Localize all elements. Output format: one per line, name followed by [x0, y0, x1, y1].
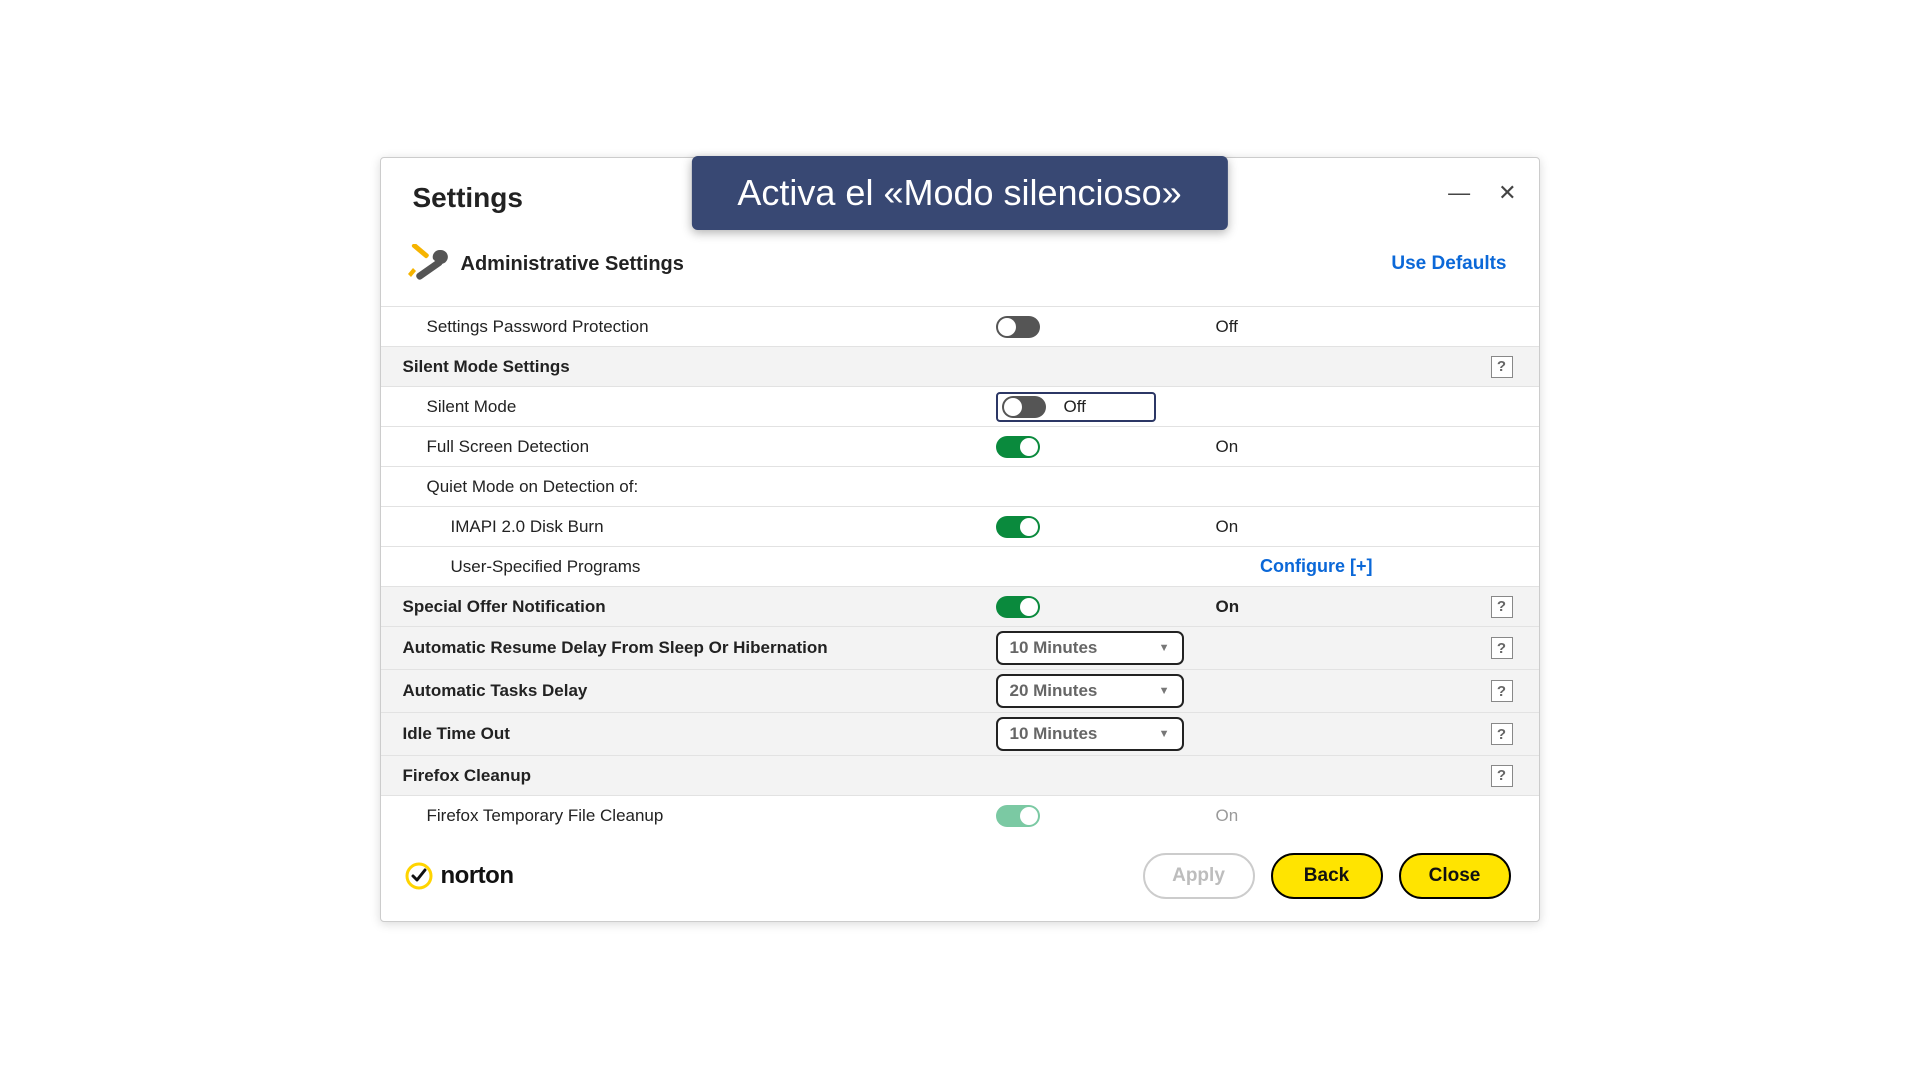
row-imapi: IMAPI 2.0 Disk Burn On	[381, 506, 1539, 546]
state-silent-mode: Off	[1064, 397, 1144, 417]
label-idle-timeout: Idle Time Out	[381, 724, 996, 744]
state-special-offer: On	[1216, 597, 1296, 617]
state-firefox-temp: On	[1216, 806, 1296, 826]
row-quiet-mode-heading: Quiet Mode on Detection of:	[381, 466, 1539, 506]
row-user-programs: User-Specified Programs Configure [+]	[381, 546, 1539, 586]
brand: norton	[405, 862, 514, 890]
close-icon[interactable]: ✕	[1498, 182, 1516, 204]
label-silent-mode-group: Silent Mode Settings	[381, 357, 996, 377]
label-imapi: IMAPI 2.0 Disk Burn	[381, 517, 996, 537]
row-full-screen-detection: Full Screen Detection On	[381, 426, 1539, 466]
chevron-down-icon: ▼	[1159, 728, 1170, 740]
settings-list: Settings Password Protection Off Silent …	[381, 306, 1539, 835]
section-header: Administrative Settings Use Defaults	[381, 228, 1539, 306]
toggle-password-protection[interactable]	[996, 316, 1040, 338]
label-password-protection: Settings Password Protection	[381, 317, 996, 337]
label-user-programs: User-Specified Programs	[381, 557, 996, 577]
label-firefox-temp: Firefox Temporary File Cleanup	[381, 806, 996, 826]
silent-mode-highlight: Off	[996, 392, 1156, 422]
toggle-full-screen[interactable]	[996, 436, 1040, 458]
label-firefox-cleanup: Firefox Cleanup	[381, 766, 996, 786]
state-imapi: On	[1216, 517, 1296, 537]
page-title: Settings	[413, 182, 523, 214]
help-icon[interactable]: ?	[1491, 680, 1513, 702]
toggle-special-offer[interactable]	[996, 596, 1040, 618]
minimize-icon[interactable]: —	[1448, 182, 1470, 204]
row-idle-timeout: Idle Time Out 10 Minutes ▼ ?	[381, 712, 1539, 755]
row-silent-mode: Silent Mode Off	[381, 386, 1539, 426]
toggle-imapi[interactable]	[996, 516, 1040, 538]
help-icon[interactable]: ?	[1491, 765, 1513, 787]
group-firefox-cleanup: Firefox Cleanup ?	[381, 755, 1539, 795]
select-idle-timeout-value: 10 Minutes	[1010, 724, 1098, 744]
state-password-protection: Off	[1216, 317, 1296, 337]
section-title: Administrative Settings	[461, 253, 684, 276]
use-defaults-link[interactable]: Use Defaults	[1391, 253, 1506, 275]
label-auto-tasks: Automatic Tasks Delay	[381, 681, 996, 701]
label-auto-resume: Automatic Resume Delay From Sleep Or Hib…	[381, 638, 996, 658]
select-idle-timeout[interactable]: 10 Minutes ▼	[996, 717, 1184, 751]
help-icon[interactable]: ?	[1491, 637, 1513, 659]
select-auto-resume-value: 10 Minutes	[1010, 638, 1098, 658]
row-auto-tasks: Automatic Tasks Delay 20 Minutes ▼ ?	[381, 669, 1539, 712]
help-icon[interactable]: ?	[1491, 723, 1513, 745]
select-auto-tasks[interactable]: 20 Minutes ▼	[996, 674, 1184, 708]
settings-wrench-icon	[403, 242, 455, 286]
chevron-down-icon: ▼	[1159, 685, 1170, 697]
settings-window: Activa el «Modo silencioso» Settings — ✕…	[380, 157, 1540, 922]
row-special-offer: Special Offer Notification On ?	[381, 586, 1539, 626]
toggle-silent-mode[interactable]	[1002, 396, 1046, 418]
apply-button: Apply	[1143, 853, 1255, 899]
row-auto-resume: Automatic Resume Delay From Sleep Or Hib…	[381, 626, 1539, 669]
close-button[interactable]: Close	[1399, 853, 1511, 899]
label-quiet-mode: Quiet Mode on Detection of:	[381, 477, 996, 497]
label-silent-mode: Silent Mode	[381, 397, 996, 417]
footer: norton Apply Back Close	[381, 835, 1539, 913]
norton-check-icon	[405, 862, 433, 890]
row-password-protection: Settings Password Protection Off	[381, 306, 1539, 346]
select-auto-resume[interactable]: 10 Minutes ▼	[996, 631, 1184, 665]
chevron-down-icon: ▼	[1159, 642, 1170, 654]
help-icon[interactable]: ?	[1491, 596, 1513, 618]
toggle-firefox-temp[interactable]	[996, 805, 1040, 827]
group-silent-mode: Silent Mode Settings ?	[381, 346, 1539, 386]
back-button[interactable]: Back	[1271, 853, 1383, 899]
label-full-screen: Full Screen Detection	[381, 437, 996, 457]
instruction-callout: Activa el «Modo silencioso»	[691, 156, 1227, 230]
brand-text: norton	[441, 862, 514, 890]
select-auto-tasks-value: 20 Minutes	[1010, 681, 1098, 701]
configure-link[interactable]: Configure [+]	[1260, 556, 1483, 577]
row-firefox-temp: Firefox Temporary File Cleanup On	[381, 795, 1539, 835]
state-full-screen: On	[1216, 437, 1296, 457]
label-special-offer: Special Offer Notification	[381, 597, 996, 617]
help-icon[interactable]: ?	[1491, 356, 1513, 378]
